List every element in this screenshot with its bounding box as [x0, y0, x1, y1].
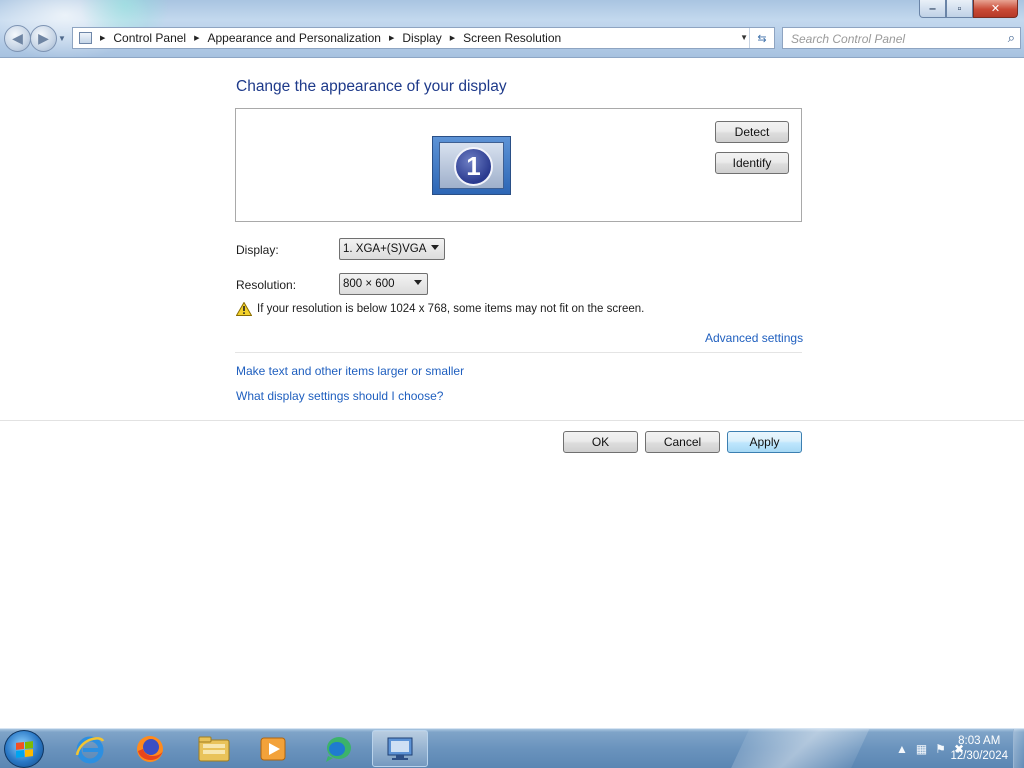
divider [0, 420, 1024, 421]
window-titlebar: ‒ ▫ ✕ ◀ ▶ ▼ ▶ Control Panel ▶ Appearance… [0, 0, 1024, 58]
taskbar-display-settings[interactable] [372, 730, 428, 767]
resolution-select-value: 800 × 600 [343, 278, 395, 290]
windows-explorer-icon [198, 736, 230, 761]
taskbar: ▲ ▦ ⚑ ✖ 8:03 AM 12/30/2024 [0, 728, 1024, 768]
display-label: Display: [236, 243, 279, 257]
search-icon[interactable]: ⌕ [1008, 30, 1015, 46]
divider [235, 352, 802, 353]
internet-explorer-icon [75, 736, 105, 763]
resolution-label: Resolution: [236, 278, 297, 292]
identify-button[interactable]: Identify [715, 152, 789, 174]
search-box[interactable]: ⌕ [782, 27, 1021, 49]
apply-button[interactable]: Apply [727, 431, 802, 453]
chat-icon [326, 736, 351, 762]
monitor-arrangement-panel: 1 Detect Identify [235, 108, 802, 222]
maximize-button[interactable]: ▫ [946, 0, 973, 18]
breadcrumb-appearance[interactable]: ▶ Appearance and Personalization [194, 31, 381, 45]
taskbar-chat[interactable] [310, 730, 366, 767]
address-bar[interactable]: ▶ Control Panel ▶ Appearance and Persona… [72, 27, 775, 49]
clock[interactable]: 8:03 AM 12/30/2024 [950, 734, 1008, 764]
warning-icon [236, 302, 252, 316]
breadcrumb-arrow-icon: ▶ [100, 35, 106, 42]
dropdown-arrow-icon [414, 280, 422, 285]
recent-pages-dropdown[interactable]: ▼ [58, 34, 66, 43]
back-button[interactable]: ◀ [4, 25, 31, 52]
refresh-icon: ⇆ [757, 32, 767, 45]
taskbar-internet-explorer[interactable] [62, 730, 118, 767]
show-desktop-button[interactable] [1013, 729, 1024, 768]
forward-button[interactable]: ▶ [30, 25, 57, 52]
display-settings-icon [387, 737, 413, 760]
ok-button[interactable]: OK [563, 431, 638, 453]
window-controls: ‒ ▫ ✕ [919, 0, 1018, 19]
breadcrumb-arrow-icon: ▶ [388, 35, 395, 42]
media-player-icon [260, 737, 286, 760]
text-size-link[interactable]: Make text and other items larger or smal… [236, 364, 464, 378]
breadcrumb-control-panel[interactable]: ▶ Control Panel [100, 31, 186, 45]
clock-time: 8:03 AM [958, 735, 1001, 747]
address-dropdown-icon[interactable]: ▼ [740, 33, 748, 42]
display-select-value: 1. XGA+(S)VGA [343, 243, 427, 255]
display-select[interactable]: 1. XGA+(S)VGA [339, 238, 445, 260]
page-title: Change the appearance of your display [236, 78, 507, 95]
detect-button[interactable]: Detect [715, 121, 789, 143]
breadcrumb-screen-resolution[interactable]: ▶ Screen Resolution [450, 31, 561, 45]
search-input[interactable] [789, 29, 993, 49]
forward-arrow-icon: ▶ [38, 30, 49, 46]
back-arrow-icon: ◀ [12, 30, 23, 46]
start-button[interactable] [4, 730, 44, 768]
monitor-number: 1 [454, 147, 493, 186]
refresh-button[interactable]: ⇆ [749, 28, 774, 48]
action-center-flag-icon[interactable]: ⚑ [935, 742, 946, 756]
firefox-icon [137, 735, 163, 762]
resolution-select[interactable]: 800 × 600 [339, 273, 428, 295]
breadcrumb-arrow-icon: ▶ [194, 35, 200, 42]
resolution-warning-text: If your resolution is below 1024 x 768, … [257, 303, 645, 315]
clock-date: 12/30/2024 [950, 750, 1008, 762]
advanced-settings-link[interactable]: Advanced settings [705, 331, 803, 345]
minimize-button[interactable]: ‒ [919, 0, 946, 18]
cancel-button[interactable]: Cancel [645, 431, 720, 453]
breadcrumb-display[interactable]: ▶ Display [389, 31, 442, 45]
display-help-link[interactable]: What display settings should I choose? [236, 389, 443, 403]
windows-logo-icon [15, 740, 33, 758]
network-icon[interactable]: ▦ [916, 742, 927, 756]
taskbar-media-player[interactable] [245, 730, 301, 767]
close-button[interactable]: ✕ [973, 0, 1018, 18]
taskbar-firefox[interactable] [122, 730, 178, 767]
dropdown-arrow-icon [431, 245, 439, 250]
monitor-icon[interactable]: 1 [432, 136, 511, 195]
show-hidden-icons-icon[interactable]: ▲ [896, 742, 908, 756]
taskbar-windows-explorer[interactable] [186, 730, 242, 767]
control-panel-icon [79, 32, 92, 44]
breadcrumb-arrow-icon: ▶ [449, 35, 456, 42]
